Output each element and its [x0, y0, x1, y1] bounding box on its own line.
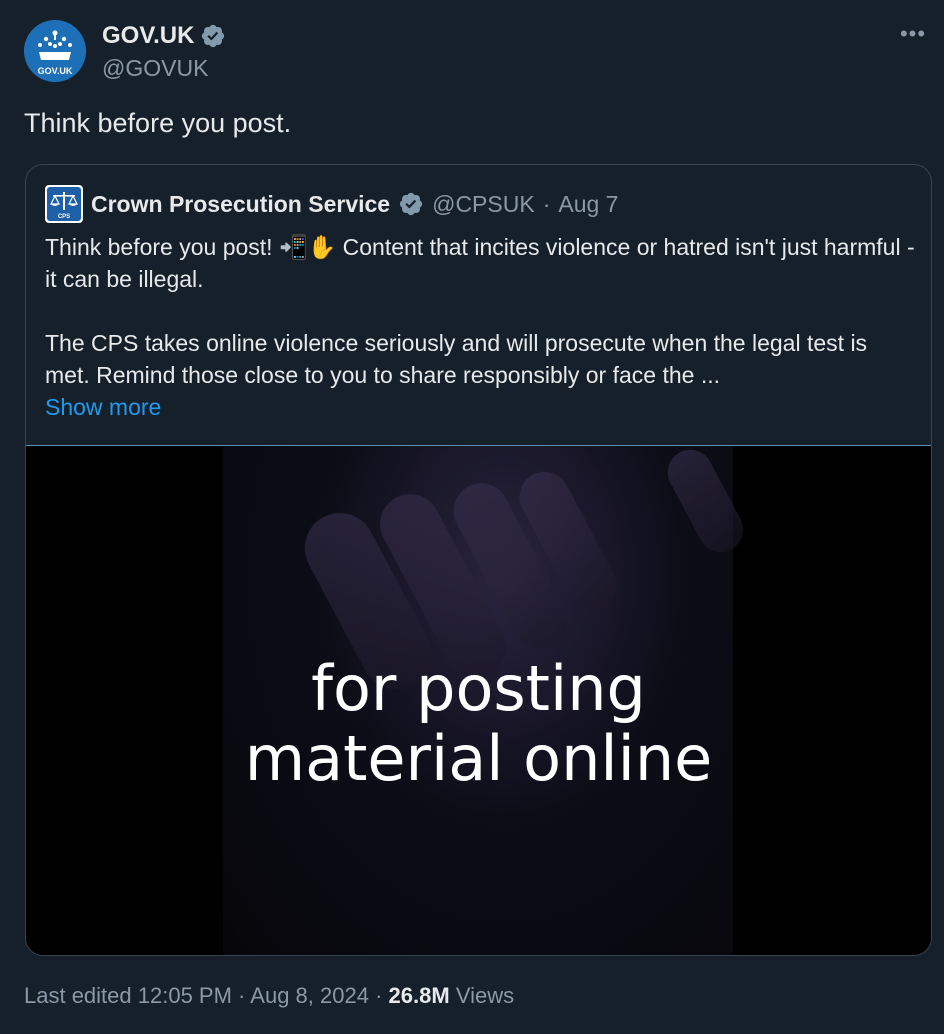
tweet-text: Think before you post.	[24, 108, 292, 138]
author-name[interactable]: GOV.UK	[102, 22, 194, 50]
quoted-tweet-header: CPS Crown Prosecution Service @CPSUK · A…	[45, 185, 618, 223]
more-options-icon[interactable]: •••	[898, 22, 928, 46]
video-caption: for posting material online	[26, 654, 931, 794]
video-caption-line-2: material online	[244, 722, 713, 795]
views-count: 26.8M	[388, 983, 450, 1008]
quoted-tweet[interactable]: CPS Crown Prosecution Service @CPSUK · A…	[25, 164, 932, 956]
edited-time[interactable]: Last edited 12:05 PM	[24, 983, 232, 1008]
scales-of-justice-icon: CPS	[47, 187, 81, 221]
avatar-text: GOV.UK	[38, 66, 73, 76]
author-name-row[interactable]: GOV.UK	[102, 22, 226, 50]
quoted-text-paragraph-2: The CPS takes online violence seriously …	[45, 330, 868, 388]
video-caption-line-1: for posting	[311, 652, 646, 725]
tweet-metadata: Last edited 12:05 PM · Aug 8, 2024 · 26.…	[24, 983, 514, 1009]
show-more-link[interactable]: Show more	[45, 391, 915, 423]
post-date[interactable]: Aug 8, 2024	[250, 983, 369, 1008]
quoted-author-name[interactable]: Crown Prosecution Service	[91, 191, 390, 218]
author-handle[interactable]: @GOVUK	[102, 55, 208, 82]
quoted-tweet-body: Think before you post! 📲✋ Content that i…	[45, 231, 915, 423]
govuk-avatar[interactable]: GOV.UK	[24, 20, 86, 82]
tweet: GOV.UK GOV.UK @GOVUK ••• Think before yo…	[0, 0, 944, 1034]
separator-dot: ·	[238, 983, 246, 1008]
cps-avatar-text: CPS	[58, 214, 70, 220]
cps-avatar[interactable]: CPS	[45, 185, 83, 223]
crown-icon: GOV.UK	[24, 20, 86, 82]
video-media[interactable]: for posting material online	[26, 445, 931, 955]
quoted-author-handle[interactable]: @CPSUK	[432, 191, 535, 218]
quoted-text-paragraph-1: Think before you post! 📲✋ Content that i…	[45, 234, 915, 292]
verified-badge-icon	[399, 192, 423, 216]
quoted-tweet-date[interactable]: Aug 7	[558, 191, 618, 218]
views-label: Views	[455, 983, 515, 1008]
separator-dot: ·	[375, 983, 383, 1008]
verified-badge-icon	[202, 24, 225, 48]
separator-dot: ·	[542, 190, 551, 217]
